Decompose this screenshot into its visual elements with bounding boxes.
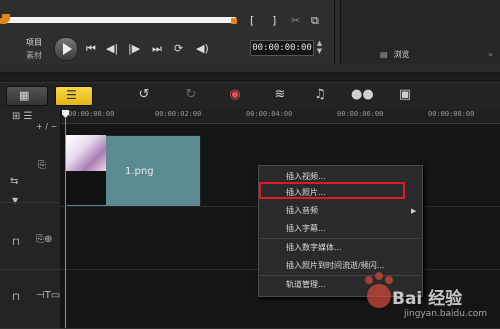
audio-mixer-icon[interactable]: ≋ [271,87,289,103]
ruler-tick: 00:00:08:00 [428,110,475,118]
menu-item-insert-audio[interactable]: 插入音频 [286,205,318,216]
copy-icon[interactable]: ⧉ [311,14,319,28]
timecode-spinner[interactable]: ▲ ▼ [315,39,324,55]
browse-button[interactable]: ▤ 浏览 [380,48,460,62]
menu-item-insert-subtitle[interactable]: 插入字幕... [286,223,326,234]
folder-icon: ▤ [380,50,388,59]
menu-item-track-manager[interactable]: 轨道管理... [286,279,326,290]
mark-out-button[interactable]: ] [272,14,276,27]
menu-item-insert-video[interactable]: 插入视频... [286,171,326,182]
ruler-tick: 00:00:06:00 [337,110,384,118]
clip-mode-label[interactable]: 素材 [26,50,42,61]
clip-thumbnail [66,135,106,171]
auto-music-icon[interactable]: ♫ [311,87,329,103]
timeline-icon: ☰ [66,88,77,102]
mark-in-button[interactable]: [ [250,14,254,27]
project-mode-label[interactable]: 项目 [26,37,42,48]
previous-frame-icon[interactable]: ◀| [106,42,118,55]
menu-separator [260,238,420,239]
track-manager-icon[interactable]: ⊞ ☰ [12,111,33,122]
splitter-bar[interactable] [0,74,500,80]
storyboard-view-button[interactable]: ▦ [6,86,48,106]
submenu-arrow-icon: ▶ [411,207,417,215]
playhead-line [65,118,66,328]
clip-filename: 1.png [125,166,154,177]
trim-start-marker[interactable] [0,18,6,24]
browse-label: 浏览 [393,50,410,59]
play-button[interactable] [54,37,78,61]
menu-separator-2 [260,275,420,276]
menu-item-insert-digital-media[interactable]: 插入数字媒体... [286,242,342,253]
track-head-video [0,130,60,203]
timecode-display[interactable]: 00:00:00:00 [250,40,314,56]
track-head-overlay [0,203,60,270]
baidu-paw-logo [365,272,393,308]
trim-end-marker[interactable] [231,18,237,24]
subtitle-editor-icon[interactable]: ▣ [396,87,414,103]
watermark-text: Bai 经验 [392,289,463,309]
filmstrip-icon: ▦ [19,89,30,102]
timeline-view-button[interactable]: ☰ [55,86,93,106]
play-icon [63,43,72,55]
record-capture-icon[interactable]: ◉ [226,87,244,103]
ruler-tick: 00:00:00:00 [68,110,115,118]
cut-icon[interactable]: ✂ [291,14,300,27]
menu-item-highlight [259,182,405,199]
ruler-tick: 00:00:04:00 [246,110,293,118]
volume-icon[interactable]: ◀) [196,42,209,55]
home-icon[interactable]: ⏮ [86,42,96,56]
end-icon[interactable]: ⏭ [152,42,162,56]
watermark-url: jingyan.baidu.com [404,309,488,319]
clip-thumbnail-shadow [66,171,106,205]
ruler-tick: 00:00:02:00 [155,110,202,118]
undo-icon[interactable]: ↺ [135,87,153,103]
redo-icon[interactable]: ↻ [182,87,200,103]
track-head-title [0,270,60,329]
collapse-arrow-icon[interactable]: » [488,50,493,59]
menu-item-insert-photo[interactable]: 插入照片... [286,187,326,198]
repeat-icon[interactable]: ⟳ [174,42,183,55]
motion-tracking-icon[interactable]: ●● [351,87,374,103]
scrub-bar[interactable] [4,17,236,23]
next-frame-icon[interactable]: |▶ [128,42,140,55]
